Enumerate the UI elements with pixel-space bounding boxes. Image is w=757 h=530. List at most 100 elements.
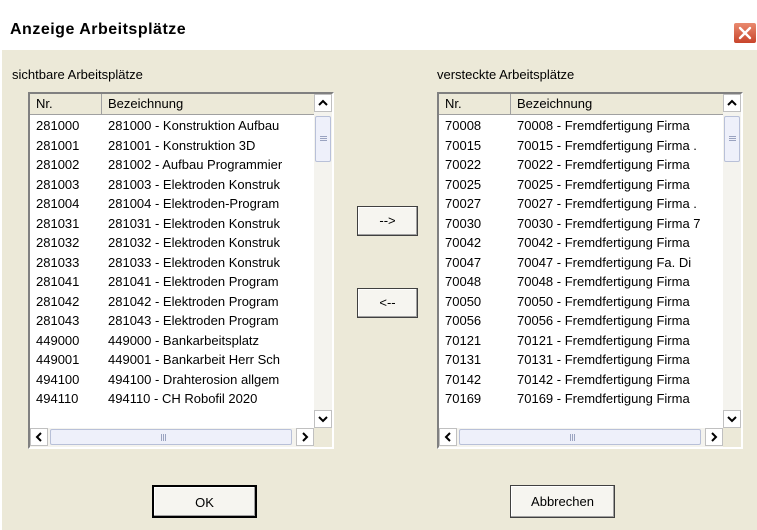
cell-nr: 281033: [36, 254, 80, 270]
vertical-scroll-thumb[interactable]: [724, 116, 740, 162]
cell-nr: 281002: [36, 157, 80, 172]
cell-nr: 70047: [445, 254, 482, 270]
horizontal-scroll-thumb[interactable]: [50, 429, 292, 445]
column-header-nr[interactable]: Nr.: [30, 94, 102, 115]
close-button[interactable]: [733, 22, 757, 44]
cell-bezeichnung: 70008 - Fremdfertigung Firma: [517, 118, 690, 133]
scroll-up-button[interactable]: [723, 94, 741, 112]
cell-nr: 70142: [445, 371, 482, 387]
scrollbar-corner: [314, 428, 332, 447]
table-row[interactable]: 281004 281004 - Elektroden-Program: [30, 194, 314, 214]
horizontal-scroll-thumb[interactable]: [459, 429, 701, 445]
cell-nr: 281031: [36, 215, 80, 231]
cell-nr: 70015: [445, 137, 482, 153]
table-row[interactable]: 281043 281043 - Elektroden Program: [30, 311, 314, 331]
table-row[interactable]: 281032 281032 - Elektroden Konstruk: [30, 233, 314, 253]
table-row[interactable]: 449001 449001 - Bankarbeit Herr Sch: [30, 350, 314, 370]
cell-bezeichnung: 70030 - Fremdfertigung Firma 7: [517, 215, 701, 231]
table-row[interactable]: 281031 281031 - Elektroden Konstruk: [30, 214, 314, 234]
table-row[interactable]: 70121 70121 - Fremdfertigung Firma: [439, 331, 723, 351]
cell-nr: 281003: [36, 176, 80, 192]
scroll-right-button[interactable]: [705, 428, 723, 446]
column-header-nr[interactable]: Nr.: [439, 94, 511, 115]
cell-nr: 281043: [36, 313, 80, 328]
table-row[interactable]: 281003 281003 - Elektroden Konstruk: [30, 175, 314, 195]
cell-nr: 70121: [445, 332, 482, 348]
cell-bezeichnung: 494100 - Drahterosion allgem: [108, 371, 280, 387]
table-row[interactable]: 70050 70050 - Fremdfertigung Firma: [439, 292, 723, 312]
cell-bezeichnung: 281041 - Elektroden Program: [108, 274, 279, 289]
cell-bezeichnung: 281001 - Konstruktion 3D: [108, 137, 256, 153]
table-row[interactable]: 70025 70025 - Fremdfertigung Firma: [439, 175, 723, 195]
table-row[interactable]: 70048 70048 - Fremdfertigung Firma: [439, 272, 723, 292]
ok-button[interactable]: OK: [152, 485, 257, 518]
list-rows: 281000 281000 - Konstruktion Aufbau 28100…: [30, 116, 314, 426]
list-header: Nr. Bezeichnung: [439, 94, 723, 115]
cell-nr: 70042: [445, 235, 482, 250]
cell-nr: 70022: [445, 157, 482, 172]
move-to-hidden-button[interactable]: -->: [357, 206, 418, 236]
table-row[interactable]: 449000 449000 - Bankarbeitsplatz: [30, 331, 314, 351]
cell-nr: 449001: [36, 352, 80, 367]
column-header-bezeichnung[interactable]: Bezeichnung: [102, 94, 314, 115]
horizontal-scrollbar[interactable]: [439, 428, 723, 447]
table-row[interactable]: 281033 281033 - Elektroden Konstruk: [30, 253, 314, 273]
table-row[interactable]: 281000 281000 - Konstruktion Aufbau: [30, 116, 314, 136]
cell-bezeichnung: 70142 - Fremdfertigung Firma: [517, 371, 690, 387]
list-header: Nr. Bezeichnung: [30, 94, 314, 115]
vertical-scroll-thumb[interactable]: [315, 116, 331, 162]
table-row[interactable]: 494110 494110 - CH Robofil 2020: [30, 389, 314, 409]
scroll-down-button[interactable]: [314, 410, 332, 428]
scroll-right-button[interactable]: [296, 428, 314, 446]
cell-bezeichnung: 281002 - Aufbau Programmier: [108, 157, 283, 172]
cell-nr: 70169: [445, 391, 482, 406]
table-row[interactable]: 494100 494100 - Drahterosion allgem: [30, 370, 314, 390]
cell-bezeichnung: 281031 - Elektroden Konstruk: [108, 215, 280, 231]
scroll-left-button[interactable]: [439, 428, 457, 446]
arrow-down-icon: [318, 416, 328, 423]
cell-bezeichnung: 449000 - Bankarbeitsplatz: [108, 332, 260, 348]
table-row[interactable]: 70030 70030 - Fremdfertigung Firma 7: [439, 214, 723, 234]
arrow-right-icon: [711, 432, 718, 442]
table-row[interactable]: 70027 70027 - Fremdfertigung Firma .: [439, 194, 723, 214]
table-row[interactable]: 70022 70022 - Fremdfertigung Firma: [439, 155, 723, 175]
visible-list-label: sichtbare Arbeitsplätze: [12, 67, 143, 82]
cell-bezeichnung: 70042 - Fremdfertigung Firma: [517, 235, 690, 250]
cell-nr: 281032: [36, 235, 80, 250]
table-row[interactable]: 70008 70008 - Fremdfertigung Firma: [439, 116, 723, 136]
table-row[interactable]: 281001 281001 - Konstruktion 3D: [30, 136, 314, 156]
cell-nr: 70027: [445, 196, 482, 211]
visible-workstations-list[interactable]: Nr. Bezeichnung 281000 281000 - Konstrukt…: [28, 92, 334, 449]
arrow-left-icon: [444, 432, 451, 442]
scroll-down-button[interactable]: [723, 410, 741, 428]
vertical-scrollbar[interactable]: [723, 94, 741, 429]
scroll-left-button[interactable]: [30, 428, 48, 446]
cell-bezeichnung: 70027 - Fremdfertigung Firma .: [517, 196, 697, 211]
table-row[interactable]: 70169 70169 - Fremdfertigung Firma: [439, 389, 723, 409]
table-row[interactable]: 281042 281042 - Elektroden Program: [30, 292, 314, 312]
cell-nr: 281004: [36, 196, 80, 211]
cell-bezeichnung: 70022 - Fremdfertigung Firma: [517, 157, 690, 172]
cell-bezeichnung: 70048 - Fremdfertigung Firma: [517, 274, 690, 289]
table-row[interactable]: 70131 70131 - Fremdfertigung Firma: [439, 350, 723, 370]
hidden-workstations-list[interactable]: Nr. Bezeichnung 70008 70008 - Fremdfertig…: [437, 92, 743, 449]
table-row[interactable]: 281002 281002 - Aufbau Programmier: [30, 155, 314, 175]
vertical-scrollbar[interactable]: [314, 94, 332, 429]
move-to-visible-button[interactable]: <--: [357, 288, 418, 318]
cell-bezeichnung: 281042 - Elektroden Program: [108, 293, 279, 309]
scroll-up-button[interactable]: [314, 94, 332, 112]
table-row[interactable]: 70056 70056 - Fremdfertigung Firma: [439, 311, 723, 331]
horizontal-scrollbar[interactable]: [30, 428, 314, 447]
table-row[interactable]: 70047 70047 - Fremdfertigung Fa. Di: [439, 253, 723, 273]
arrow-right-icon: [302, 432, 309, 442]
cell-bezeichnung: 70169 - Fremdfertigung Firma: [517, 391, 690, 406]
table-row[interactable]: 70015 70015 - Fremdfertigung Firma .: [439, 136, 723, 156]
cancel-button[interactable]: Abbrechen: [510, 485, 615, 518]
column-header-bezeichnung[interactable]: Bezeichnung: [511, 94, 723, 115]
cell-nr: 70030: [445, 215, 482, 231]
table-row[interactable]: 70142 70142 - Fremdfertigung Firma: [439, 370, 723, 390]
table-row[interactable]: 70042 70042 - Fremdfertigung Firma: [439, 233, 723, 253]
table-row[interactable]: 281041 281041 - Elektroden Program: [30, 272, 314, 292]
cell-bezeichnung: 70121 - Fremdfertigung Firma: [517, 332, 690, 348]
hidden-list-label: versteckte Arbeitsplätze: [437, 67, 575, 82]
